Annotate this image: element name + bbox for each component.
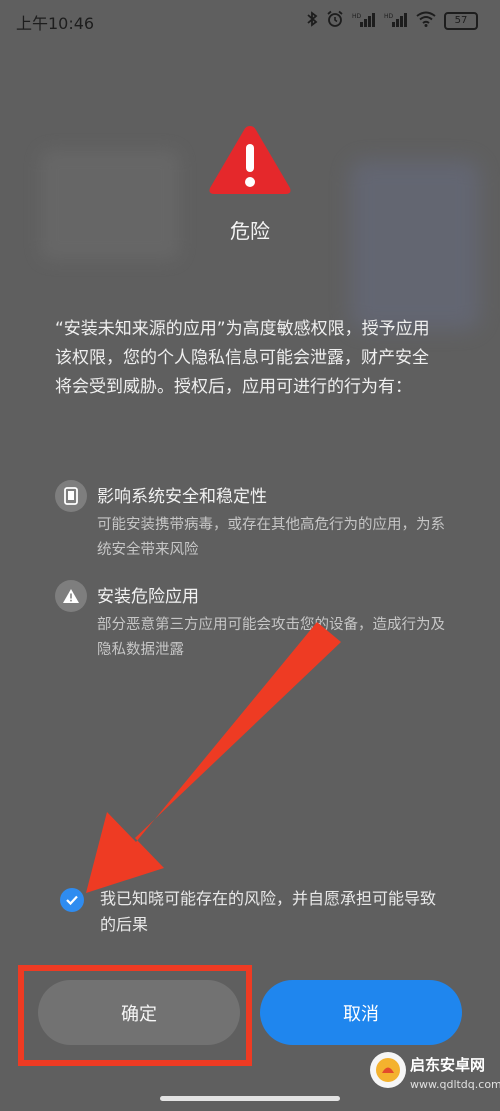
signal-icon: HD xyxy=(352,11,376,31)
checkmark-icon xyxy=(66,895,78,906)
background-blur xyxy=(350,160,480,330)
consent-label: 我已知晓可能存在的风险，并自愿承担可能导致的后果 xyxy=(100,889,437,934)
watermark-logo-icon xyxy=(370,1052,406,1088)
confirm-button[interactable]: 确定 xyxy=(38,980,240,1045)
risk-description: 部分恶意第三方应用可能会攻击您的设备，造成行为及隐私数据泄露 xyxy=(97,617,445,658)
consent-checkbox[interactable] xyxy=(60,888,84,912)
home-indicator[interactable] xyxy=(160,1096,340,1101)
risk-description: 可能安装携带病毒，或存在其他高危行为的应用，为系统安全带来风险 xyxy=(97,517,445,558)
alarm-icon xyxy=(326,10,344,32)
svg-text:HD: HD xyxy=(384,13,394,20)
status-time: 上午10:46 xyxy=(16,14,95,33)
watermark-url: www.qdltdq.com xyxy=(410,1078,500,1091)
status-icons: HD HD 57 xyxy=(306,10,478,32)
signal-icon: HD xyxy=(384,11,408,31)
danger-warning-icon xyxy=(206,122,294,198)
phone-icon xyxy=(55,480,87,512)
intro-text: “安装未知来源的应用”为高度敏感权限，授予应用该权限，您的个人隐私信息可能会泄露… xyxy=(55,319,430,397)
cancel-button[interactable]: 取消 xyxy=(260,980,462,1045)
svg-text:HD: HD xyxy=(352,13,362,20)
battery-icon: 57 xyxy=(444,12,478,30)
watermark-brand: 启东安卓网 xyxy=(410,1056,486,1074)
status-bar: 上午10:46 HD HD 57 xyxy=(0,0,500,44)
dialog-title: 危险 xyxy=(230,219,270,243)
risk-title: 影响系统安全和稳定性 xyxy=(97,487,267,507)
watermark: 启东安卓网 www.qdltdq.com xyxy=(368,1048,500,1111)
risk-title: 安装危险应用 xyxy=(97,587,199,607)
bluetooth-icon xyxy=(306,11,318,31)
wifi-icon xyxy=(416,11,436,31)
warning-icon xyxy=(55,580,87,612)
